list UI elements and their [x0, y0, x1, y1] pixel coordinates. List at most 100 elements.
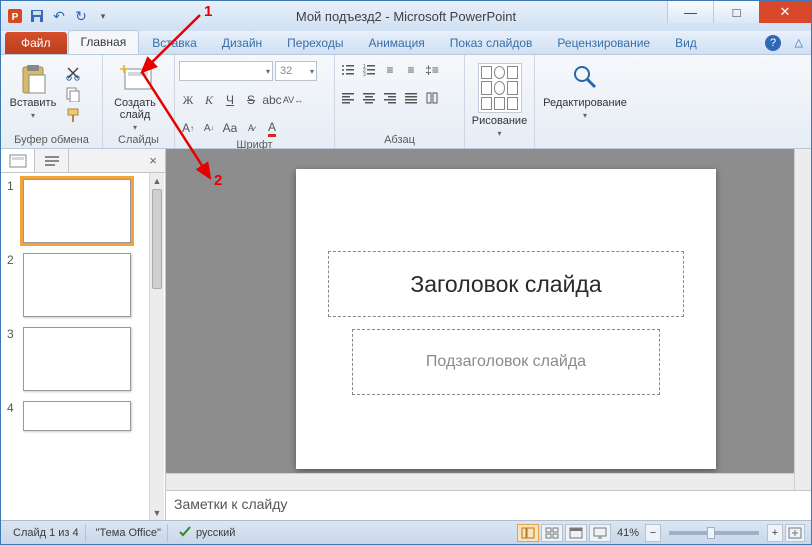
zoom-in-button[interactable]: + — [767, 524, 783, 542]
group-slides: Создать слайд ▾ Слайды — [103, 55, 175, 148]
collapse-ribbon-icon[interactable]: △ — [795, 36, 803, 49]
align-center-button[interactable] — [360, 89, 378, 107]
underline-button[interactable]: Ч — [221, 91, 239, 109]
subtitle-placeholder[interactable]: Подзаголовок слайда — [352, 329, 660, 395]
zoom-slider[interactable] — [669, 531, 759, 535]
workspace: × 1 2 3 4 ▲ ▼ Заголовок слайда Подзаголо… — [1, 149, 811, 520]
thumbnails-tab[interactable] — [1, 149, 35, 172]
bullets-button[interactable] — [339, 61, 357, 79]
change-case-button[interactable]: Aa — [221, 119, 239, 137]
save-icon[interactable] — [29, 8, 45, 24]
thumbnails-scrollbar[interactable]: ▲ ▼ — [149, 173, 164, 520]
canvas-scrollbar-v[interactable] — [794, 149, 811, 490]
spellcheck-icon — [178, 524, 192, 541]
grow-font-button[interactable]: A↑ — [179, 119, 197, 137]
scroll-down-icon[interactable]: ▼ — [150, 505, 164, 520]
notes-pane[interactable]: Заметки к слайду — [166, 490, 811, 520]
scroll-up-icon[interactable]: ▲ — [150, 173, 164, 188]
italic-button[interactable]: К — [200, 91, 218, 109]
help-icon[interactable]: ? — [765, 35, 781, 51]
tab-insert[interactable]: Вставка — [140, 32, 209, 54]
paste-icon — [17, 63, 49, 95]
qat-customize-icon[interactable]: ▾ — [95, 8, 111, 24]
slide[interactable]: Заголовок слайда Подзаголовок слайда — [296, 169, 716, 469]
maximize-button[interactable]: □ — [713, 1, 759, 23]
thumbnail[interactable]: 3 — [7, 327, 165, 391]
group-paragraph: 123 ≡ ≡ ‡≡ Абзац — [335, 55, 465, 148]
undo-icon[interactable]: ↶ — [51, 8, 67, 24]
svg-text:3: 3 — [363, 72, 366, 77]
group-paragraph-label: Абзац — [339, 132, 460, 148]
tab-review[interactable]: Рецензирование — [545, 32, 662, 54]
group-clipboard: Вставить ▾ Буфер обмена — [1, 55, 103, 148]
decrease-indent-button[interactable]: ≡ — [381, 61, 399, 79]
tab-design[interactable]: Дизайн — [210, 32, 274, 54]
zoom-out-button[interactable]: − — [645, 524, 661, 542]
chevron-down-icon: ▾ — [310, 67, 314, 76]
tab-animations[interactable]: Анимация — [356, 32, 436, 54]
outline-tab[interactable] — [35, 149, 69, 172]
minimize-button[interactable]: — — [667, 1, 713, 23]
font-size-combo[interactable]: 32▾ — [275, 61, 317, 81]
chevron-down-icon: ▾ — [583, 111, 587, 120]
sorter-view-button[interactable] — [541, 524, 563, 542]
canvas-scrollbar-h[interactable] — [166, 473, 794, 490]
slide-canvas-area: Заголовок слайда Подзаголовок слайда — [166, 149, 811, 490]
paste-button[interactable]: Вставить ▾ — [5, 61, 61, 120]
scrollbar-thumb[interactable] — [152, 189, 162, 289]
align-right-button[interactable] — [381, 89, 399, 107]
char-spacing-button[interactable]: AV↔ — [284, 91, 302, 109]
group-editing: Редактирование ▾ — [535, 55, 635, 148]
format-painter-icon[interactable] — [65, 107, 81, 123]
font-color-button[interactable]: A — [263, 119, 281, 137]
new-slide-button[interactable]: Создать слайд ▾ — [107, 61, 163, 132]
slideshow-view-button[interactable] — [589, 524, 611, 542]
zoom-slider-knob[interactable] — [707, 527, 715, 539]
bold-button[interactable]: Ж — [179, 91, 197, 109]
close-panel-button[interactable]: × — [141, 149, 165, 172]
tab-view[interactable]: Вид — [663, 32, 709, 54]
drawing-button[interactable]: Рисование ▾ — [470, 61, 530, 138]
thumbnail[interactable]: 2 — [7, 253, 165, 317]
numbering-button[interactable]: 123 — [360, 61, 378, 79]
find-icon — [569, 63, 601, 95]
increase-indent-button[interactable]: ≡ — [402, 61, 420, 79]
close-button[interactable]: ✕ — [759, 1, 811, 23]
shadow-button[interactable]: abc — [263, 91, 281, 109]
thumbnail[interactable]: 1 — [7, 179, 165, 243]
ribbon-tabs: Файл Главная Вставка Дизайн Переходы Ани… — [1, 31, 811, 55]
copy-icon[interactable] — [65, 86, 81, 102]
new-slide-icon — [119, 63, 151, 95]
status-theme: "Тема Office" — [90, 524, 168, 542]
line-spacing-button[interactable]: ‡≡ — [423, 61, 441, 79]
tab-transitions[interactable]: Переходы — [275, 32, 355, 54]
align-left-button[interactable] — [339, 89, 357, 107]
group-editing-label — [539, 132, 631, 148]
justify-button[interactable] — [402, 89, 420, 107]
font-family-combo[interactable]: ▾ — [179, 61, 273, 81]
thumbnails-list: 1 2 3 4 ▲ ▼ — [1, 173, 165, 520]
tab-file[interactable]: Файл — [5, 32, 67, 54]
status-slide-info: Слайд 1 из 4 — [7, 524, 86, 542]
tab-slideshow[interactable]: Показ слайдов — [438, 32, 545, 54]
fit-window-button[interactable] — [785, 524, 805, 542]
ribbon: Вставить ▾ Буфер обмена Создать слайд ▾ — [1, 55, 811, 149]
redo-icon[interactable]: ↻ — [73, 8, 89, 24]
normal-view-button[interactable] — [517, 524, 539, 542]
reading-view-button[interactable] — [565, 524, 587, 542]
tab-home[interactable]: Главная — [68, 30, 140, 54]
thumbnail[interactable]: 4 — [7, 401, 165, 431]
columns-button[interactable] — [423, 89, 441, 107]
zoom-level[interactable]: 41% — [613, 527, 643, 539]
cut-icon[interactable] — [65, 65, 81, 81]
chevron-down-icon: ▾ — [133, 123, 137, 132]
group-drawing: Рисование ▾ — [465, 55, 535, 148]
editing-button[interactable]: Редактирование ▾ — [540, 61, 630, 120]
title-placeholder[interactable]: Заголовок слайда — [328, 251, 684, 317]
clear-format-button[interactable]: A̷ — [242, 119, 260, 137]
strikethrough-button[interactable]: S — [242, 91, 260, 109]
svg-text:P: P — [12, 12, 19, 23]
status-language[interactable]: русский — [172, 524, 241, 542]
window-buttons: — □ ✕ — [667, 1, 811, 31]
shrink-font-button[interactable]: A↓ — [200, 119, 218, 137]
